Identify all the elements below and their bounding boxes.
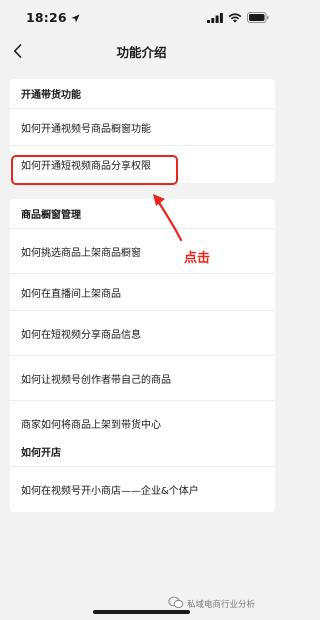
list-item-label: 如何挑选商品上架商品橱窗: [21, 247, 141, 259]
list-item[interactable]: 如何挑选商品上架商品橱窗: [10, 229, 275, 274]
section-header: 如何开店: [10, 437, 275, 467]
list-item[interactable]: 如何让视频号创作者带自己的商品: [10, 356, 275, 401]
status-time: 18:26: [26, 9, 67, 25]
list-item[interactable]: 如何开通视频号商品橱窗功能: [10, 109, 275, 146]
annotation-arrow-icon: [153, 194, 183, 242]
nav-bar: 功能介绍: [0, 34, 283, 68]
status-right: [207, 8, 269, 27]
list-item-label: 商家如何将商品上架到带货中心: [21, 420, 161, 431]
section-card-open-store: 如何开店 如何在视频号开小商店——企业&个体户: [10, 437, 275, 512]
list-item-label: 如何让视频号创作者带自己的商品: [21, 374, 171, 386]
section-header: 开通带货功能: [10, 79, 275, 109]
list-item[interactable]: 如何在视频号开小商店——企业&个体户: [10, 467, 275, 512]
battery-icon: [247, 8, 269, 27]
list-item[interactable]: 如何在短视频分享商品信息: [10, 311, 275, 356]
section-card-showcase-management: 商品橱窗管理 如何挑选商品上架商品橱窗 如何在直播间上架商品 如何在短视频分享商…: [10, 199, 275, 446]
watermark-text: 私域电商行业分析: [187, 600, 256, 610]
list-item-label: 如何在视频号开小商店——企业&个体户: [21, 486, 199, 497]
chevron-left-icon: [14, 44, 22, 58]
page-title: 功能介绍: [116, 44, 167, 60]
status-bar: 18:26: [0, 0, 283, 34]
list-item-label: 如何在短视频分享商品信息: [21, 329, 141, 341]
cellular-signal-icon: [207, 8, 223, 27]
location-arrow-icon: [71, 8, 80, 27]
home-indicator: [93, 610, 190, 614]
wifi-icon: [228, 8, 242, 27]
highlight-box: [11, 155, 178, 185]
annotation-text: 点击: [184, 251, 211, 266]
list-item-label: 如何开通视频号商品橱窗功能: [21, 123, 151, 135]
list-item-label: 如何在直播间上架商品: [21, 288, 121, 300]
list-item[interactable]: 如何在直播间上架商品: [10, 274, 275, 311]
back-button[interactable]: [6, 39, 30, 63]
status-left: 18:26: [26, 8, 80, 27]
section-header: 商品橱窗管理: [10, 199, 275, 229]
